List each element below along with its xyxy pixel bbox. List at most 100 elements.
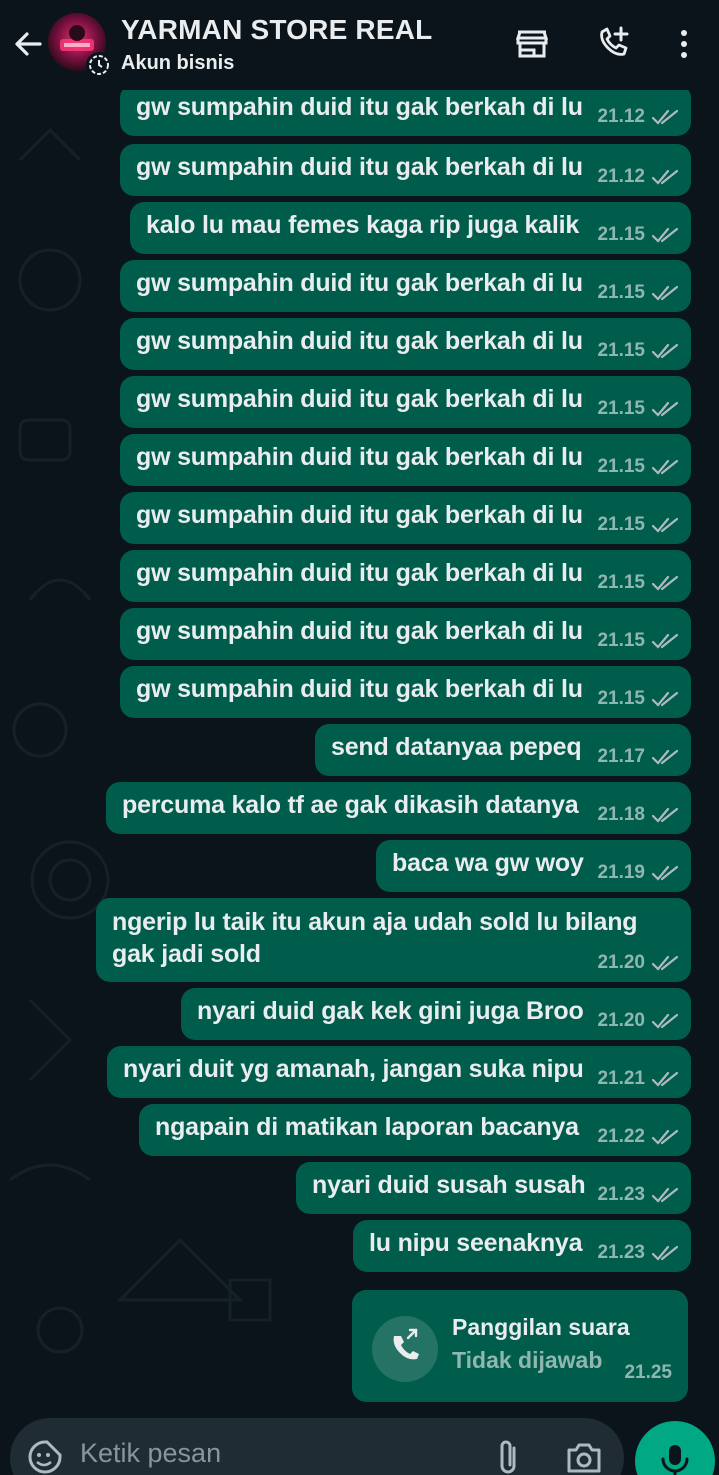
message-time: 21.12	[597, 166, 645, 187]
message-composer: Ketik pesan	[10, 1418, 624, 1475]
message-text: nyari duid gak kek gini juga Broo	[197, 997, 584, 1025]
message-time: 21.17	[597, 746, 645, 767]
message-meta: 21.12	[597, 166, 679, 188]
message-text: nyari duit yg amanah, jangan suka nipu	[123, 1055, 584, 1083]
message-text: gw sumpahin duid itu gak berkah di lu	[136, 153, 583, 181]
call-time: 21.25	[624, 1362, 672, 1383]
message-text: baca wa gw woy	[392, 849, 584, 877]
call-title: Panggilan suara	[452, 1314, 630, 1340]
message-bubble[interactable]: baca wa gw woy 21.19	[376, 840, 691, 892]
double-check-icon	[651, 343, 679, 359]
message-bubble[interactable]: gw sumpahin duid itu gak berkah di lu 21…	[120, 492, 691, 544]
message-time: 21.20	[597, 952, 645, 973]
add-call-icon[interactable]	[594, 24, 634, 64]
contact-name[interactable]: YARMAN STORE REAL	[121, 14, 432, 46]
message-bubble[interactable]: send datanyaa pepeq 21.17	[315, 724, 691, 776]
double-check-icon	[651, 1187, 679, 1203]
call-icon-circle	[372, 1316, 438, 1382]
message-text: gw sumpahin duid itu gak berkah di lu	[136, 675, 583, 703]
message-bubble[interactable]: gw sumpahin duid itu gak berkah di lu 21…	[120, 434, 691, 486]
double-check-icon	[651, 749, 679, 765]
double-check-icon	[651, 807, 679, 823]
message-meta: 21.23	[597, 1184, 679, 1206]
message-bubble[interactable]: nyari duit yg amanah, jangan suka nipu 2…	[107, 1046, 691, 1098]
double-check-icon	[651, 1013, 679, 1029]
contact-status: Akun bisnis	[121, 52, 235, 74]
message-time: 21.23	[597, 1184, 645, 1205]
message-bubble[interactable]: ngerip lu taik itu akun aja udah sold lu…	[96, 898, 691, 982]
message-bubble[interactable]: nyari duid susah susah 21.23	[296, 1162, 691, 1214]
message-text: gw sumpahin duid itu gak berkah di lu	[136, 617, 583, 645]
double-check-icon	[651, 1071, 679, 1087]
message-time: 21.23	[597, 1242, 645, 1263]
message-bubble[interactable]: kalo lu mau femes kaga rip juga kalik 21…	[130, 202, 691, 254]
double-check-icon	[651, 575, 679, 591]
message-time: 21.20	[597, 1010, 645, 1031]
message-meta: 21.15	[597, 398, 679, 420]
chat-header: YARMAN STORE REAL Akun bisnis	[0, 0, 719, 90]
message-time: 21.15	[597, 398, 645, 419]
double-check-icon	[651, 865, 679, 881]
message-time: 21.12	[597, 106, 645, 127]
message-bubble[interactable]: gw sumpahin duid itu gak berkah di lu 21…	[120, 666, 691, 718]
double-check-icon	[651, 227, 679, 243]
message-bubble[interactable]: lu nipu seenaknya 21.23	[353, 1220, 691, 1272]
more-vert-icon[interactable]	[664, 24, 704, 64]
message-meta: 21.15	[597, 340, 679, 362]
missed-call-bubble[interactable]: Panggilan suara Tidak dijawab 21.25	[352, 1290, 688, 1402]
message-time: 21.19	[597, 862, 645, 883]
camera-icon[interactable]	[564, 1438, 604, 1475]
double-check-icon	[651, 401, 679, 417]
message-time: 21.15	[597, 282, 645, 303]
message-text: gw sumpahin duid itu gak berkah di lu	[136, 559, 583, 587]
message-bubble[interactable]: gw sumpahin duid itu gak berkah di lu 21…	[120, 608, 691, 660]
message-time: 21.15	[597, 340, 645, 361]
attach-icon[interactable]	[490, 1438, 526, 1475]
message-text: ngapain di matikan laporan bacanya	[155, 1113, 579, 1141]
message-meta: 21.15	[597, 224, 679, 246]
double-check-icon	[651, 109, 679, 125]
message-text: gw sumpahin duid itu gak berkah di lu	[136, 443, 583, 471]
message-meta: 21.22	[597, 1126, 679, 1148]
message-bubble[interactable]: gw sumpahin duid itu gak berkah di lu 21…	[120, 550, 691, 602]
message-meta: 21.15	[597, 456, 679, 478]
message-bubble[interactable]: gw sumpahin duid itu gak berkah di lu 21…	[120, 144, 691, 196]
double-check-icon	[651, 1245, 679, 1261]
message-bubble[interactable]: percuma kalo tf ae gak dikasih datanya 2…	[106, 782, 691, 834]
message-time: 21.15	[597, 688, 645, 709]
double-check-icon	[651, 1129, 679, 1145]
message-text: kalo lu mau femes kaga rip juga kalik	[146, 211, 580, 239]
message-meta: 21.23	[597, 1242, 679, 1264]
message-meta: 21.17	[597, 746, 679, 768]
message-bubble[interactable]: gw sumpahin duid itu gak berkah di lu 21…	[120, 260, 691, 312]
message-text: lu nipu seenaknya	[369, 1229, 583, 1257]
message-bubble[interactable]: ngapain di matikan laporan bacanya 21.22	[139, 1104, 691, 1156]
business-badge-icon	[86, 52, 112, 78]
message-time: 21.22	[597, 1126, 645, 1147]
message-input[interactable]: Ketik pesan	[80, 1438, 221, 1469]
message-text: gw sumpahin duid itu gak berkah di lu	[136, 93, 583, 121]
message-meta: 21.15	[597, 688, 679, 710]
back-arrow-icon[interactable]	[8, 24, 48, 64]
message-time: 21.18	[597, 804, 645, 825]
message-list: gw sumpahin duid itu gak berkah di lu 21…	[0, 0, 719, 1420]
message-bubble[interactable]: gw sumpahin duid itu gak berkah di lu 21…	[120, 84, 691, 136]
chat-screen: YARMAN STORE REAL Akun bisnis gw sumpahi…	[0, 0, 719, 1475]
message-bubble[interactable]: gw sumpahin duid itu gak berkah di lu 21…	[120, 318, 691, 370]
outgoing-call-icon	[393, 1328, 419, 1360]
message-meta: 21.15	[597, 514, 679, 536]
message-text: send datanyaa pepeq	[331, 733, 582, 761]
message-bubble[interactable]: gw sumpahin duid itu gak berkah di lu 21…	[120, 376, 691, 428]
message-meta: 21.21	[597, 1068, 679, 1090]
message-meta: 21.19	[597, 862, 679, 884]
emoji-sticker-icon[interactable]	[26, 1438, 64, 1475]
message-bubble[interactable]: nyari duid gak kek gini juga Broo 21.20	[181, 988, 691, 1040]
double-check-icon	[651, 459, 679, 475]
call-status: Tidak dijawab	[452, 1347, 603, 1373]
message-meta: 21.12	[597, 106, 679, 128]
message-meta: 21.15	[597, 572, 679, 594]
storefront-icon[interactable]	[512, 24, 552, 64]
message-meta: 21.18	[597, 804, 679, 826]
message-time: 21.15	[597, 572, 645, 593]
message-time: 21.15	[597, 630, 645, 651]
